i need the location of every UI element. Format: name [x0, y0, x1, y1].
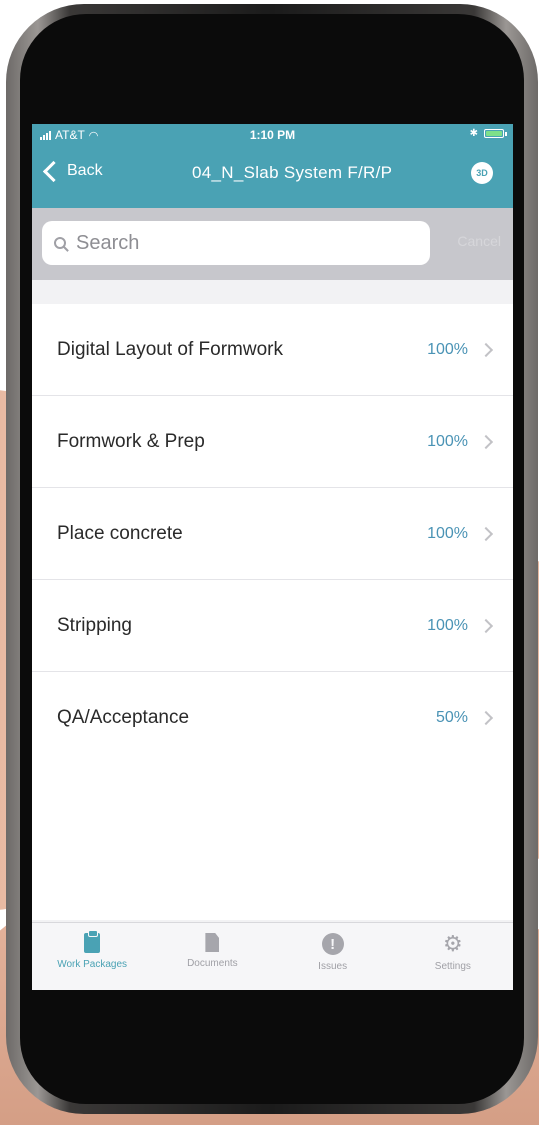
tab-bar: Work Packages Documents ! Issues ⚙ Setti…: [32, 922, 513, 990]
document-icon: [205, 933, 220, 952]
chevron-right-icon: [478, 342, 494, 357]
list-item[interactable]: Place concrete 100%: [32, 488, 513, 580]
list-item-percent: 100%: [427, 616, 468, 634]
search-input[interactable]: [74, 230, 398, 256]
tab-label: Documents: [187, 958, 238, 969]
status-time: 1:10 PM: [249, 128, 296, 142]
search-icon: [54, 237, 66, 249]
tab-label: Issues: [318, 961, 348, 972]
list-empty-area: [32, 760, 513, 920]
alert-icon: !: [321, 933, 344, 955]
list-item-percent: 100%: [427, 432, 468, 450]
chevron-right-icon: [478, 526, 494, 541]
chevron-right-icon: [478, 434, 494, 449]
bluetooth-icon: ✱: [469, 128, 478, 139]
tab-documents[interactable]: Documents: [152, 923, 272, 990]
cube-3d-icon[interactable]: 3D: [471, 162, 493, 184]
list-item-label: Digital Layout of Formwork: [57, 338, 283, 360]
status-right-group: ✱: [470, 128, 507, 139]
list-item-label: Formwork & Prep: [57, 430, 205, 452]
tab-work-packages[interactable]: Work Packages: [32, 923, 152, 990]
gear-icon: ⚙: [443, 931, 463, 956]
status-bar: AT&T ◠ 1:10 PM ✱: [32, 124, 513, 146]
tab-issues[interactable]: ! Issues: [273, 923, 393, 990]
battery-icon: [484, 129, 504, 138]
clipboard-icon: [84, 930, 101, 953]
back-label: Back: [67, 162, 103, 179]
work-item-list: Digital Layout of Formwork 100% Formwork…: [32, 304, 513, 764]
tab-label: Work Packages: [57, 959, 128, 970]
chevron-right-icon: [478, 618, 494, 633]
list-item-percent: 100%: [427, 524, 468, 542]
photo-stage: AT&T ◠ 1:10 PM ✱ Back 04_N_Slab System F…: [0, 0, 539, 1125]
cancel-button[interactable]: Cancel: [457, 233, 501, 249]
list-item-percent: 100%: [427, 340, 468, 358]
page-title: 04_N_Slab System F/R/P: [192, 163, 393, 182]
list-item-percent: 50%: [435, 708, 468, 726]
list-item[interactable]: QA/Acceptance 50%: [32, 672, 513, 764]
list-item[interactable]: Formwork & Prep 100%: [32, 396, 513, 488]
list-item[interactable]: Digital Layout of Formwork 100%: [32, 304, 513, 396]
search-bar: Cancel: [32, 208, 513, 280]
navigation-bar: Back 04_N_Slab System F/R/P 3D: [32, 146, 513, 208]
search-box[interactable]: [42, 221, 430, 265]
tab-settings[interactable]: ⚙ Settings: [393, 923, 513, 990]
phone-screen: AT&T ◠ 1:10 PM ✱ Back 04_N_Slab System F…: [32, 124, 513, 990]
battery-tip: [505, 131, 507, 136]
back-button[interactable]: Back: [42, 160, 103, 182]
list-item[interactable]: Stripping 100%: [32, 580, 513, 672]
list-item-label: Place concrete: [57, 522, 183, 544]
chevron-right-icon: [478, 710, 494, 725]
chevron-left-icon: [42, 160, 65, 182]
tab-label: Settings: [434, 961, 471, 972]
list-item-label: QA/Acceptance: [57, 706, 190, 728]
list-item-label: Stripping: [57, 614, 132, 636]
